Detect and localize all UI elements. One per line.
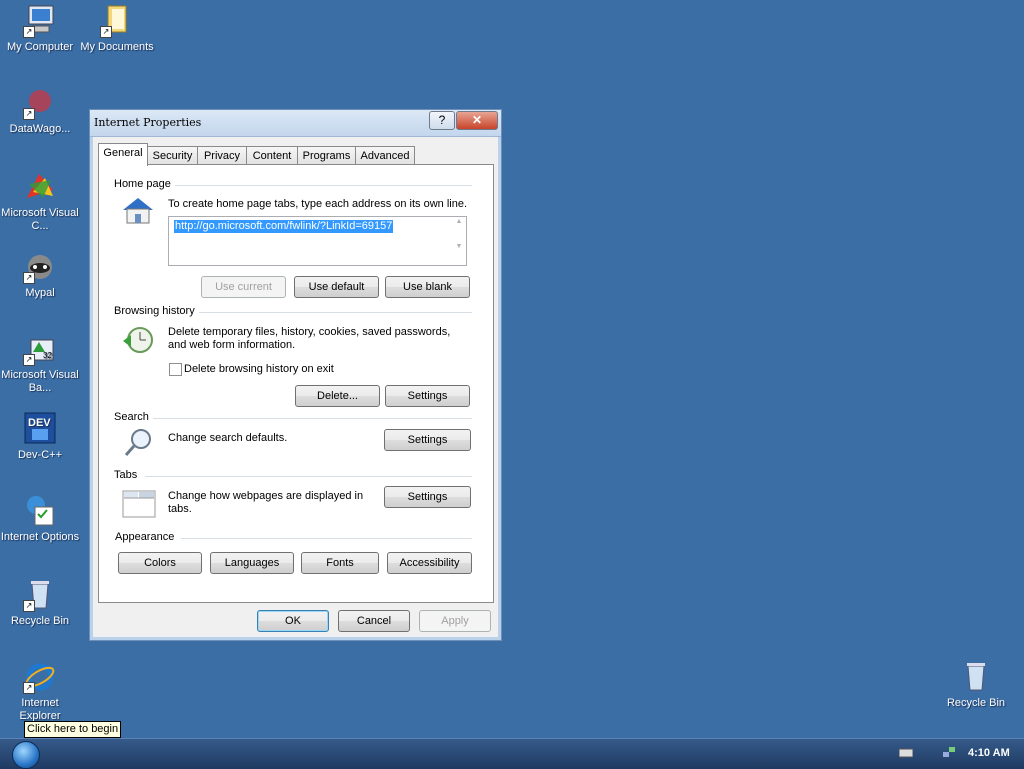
browsing-history-section-label: Browsing history [114,305,195,317]
desktop-icon-label: Recycle Bin [10,615,70,627]
desktop-icon-visual-c[interactable]: Microsoft Visual C... [0,170,80,233]
internet-explorer-icon: ↗ [23,660,57,694]
taskbar [0,738,1024,769]
cancel-button[interactable]: Cancel [338,610,410,632]
desktop-icon-internet-explorer[interactable]: ↗ Internet Explorer [0,660,80,723]
tab-security[interactable]: Security [147,146,198,165]
svg-text:DEV: DEV [28,417,51,429]
magnifier-icon [123,427,155,462]
visual-cpp-icon [23,170,57,204]
home-page-instruction: To create home page tabs, type each addr… [168,198,468,210]
search-section-label: Search [114,411,149,423]
desktop-icon-datawagon[interactable]: ↗ DataWago... [0,86,80,136]
desktop-icon-visual-basic[interactable]: 32 ↗ Microsoft Visual Ba... [0,332,80,395]
tab-advanced[interactable]: Advanced [355,146,415,165]
appearance-section-label: Appearance [115,531,175,543]
desktop-icon-my-documents[interactable]: ↗ My Documents [77,4,157,54]
desktop-icon-label: Internet Options [0,531,80,543]
svg-text:32: 32 [43,351,52,360]
internet-options-icon [23,494,57,528]
desktop-icon-internet-options[interactable]: Internet Options [0,494,80,544]
tab-programs[interactable]: Programs [297,146,356,165]
my-computer-icon: ↗ [23,4,57,38]
delete-history-on-exit-checkbox[interactable] [169,363,182,376]
apply-button[interactable]: Apply [419,610,491,632]
scroll-down-icon[interactable]: ▼ [453,243,465,250]
use-blank-button[interactable]: Use blank [385,276,470,298]
tab-general[interactable]: General [98,143,148,166]
tabs-window-icon [122,487,156,522]
keyboard-icon[interactable] [898,746,914,758]
search-settings-button[interactable]: Settings [384,429,471,451]
section-divider [153,418,472,419]
scroll-up-icon[interactable]: ▲ [453,218,465,225]
home-page-textbox[interactable]: http://go.microsoft.com/fwlink/?LinkId=6… [168,216,467,266]
fonts-button[interactable]: Fonts [301,552,379,574]
home-icon [121,196,155,229]
desktop-icon-label: Dev-C++ [17,449,63,461]
desktop-icon-label: My Computer [6,41,74,53]
visual-basic-icon: 32 ↗ [23,332,57,366]
desktop-icon-recycle-bin-right[interactable]: Recycle Bin [936,660,1016,710]
dev-cpp-icon: DEV [23,412,57,446]
home-page-url[interactable]: http://go.microsoft.com/fwlink/?LinkId=6… [174,220,394,233]
desktop-icon-label: DataWago... [9,123,71,135]
internet-properties-dialog: Internet Properties ? ✕ General Security… [89,109,502,641]
clock[interactable]: 4:10 AM [968,747,1010,759]
section-divider [181,538,472,539]
tab-content[interactable]: Content [246,146,298,165]
ok-button[interactable]: OK [257,610,329,632]
browsing-history-description: Delete temporary files, history, cookies… [168,326,451,351]
history-settings-button[interactable]: Settings [385,385,470,407]
dialog-title: Internet Properties [94,116,202,129]
delete-history-on-exit-label[interactable]: Delete browsing history on exit [184,363,334,376]
recycle-bin-icon [959,660,993,694]
recycle-bin-icon: ↗ [23,578,57,612]
help-button[interactable]: ? [429,111,455,130]
use-current-button[interactable]: Use current [201,276,286,298]
languages-button[interactable]: Languages [210,552,294,574]
desktop-icon-mypal[interactable]: ↗ Mypal [0,250,80,300]
section-divider [199,312,472,313]
history-clock-icon [121,325,155,360]
general-tab-panel: Home page To create home page tabs, type… [98,164,494,603]
mypal-raccoon-icon: ↗ [23,250,57,284]
section-divider [175,185,472,186]
use-default-button[interactable]: Use default [294,276,379,298]
desktop-icon-label: Recycle Bin [946,697,1006,709]
home-page-section-label: Home page [114,178,171,190]
section-divider [145,476,472,477]
tabs-settings-button[interactable]: Settings [384,486,471,508]
tab-privacy[interactable]: Privacy [197,146,247,165]
textbox-scrollbar[interactable]: ▲ ▼ [453,218,465,264]
start-tooltip: Click here to begin [24,721,122,738]
close-button[interactable]: ✕ [456,111,498,130]
desktop-icon-dev-cpp[interactable]: DEV Dev-C++ [0,412,80,462]
desktop-icon-recycle-bin[interactable]: ↗ Recycle Bin [0,578,80,628]
desktop-icon-label: Microsoft Visual C... [1,207,79,232]
accessibility-button[interactable]: Accessibility [387,552,472,574]
desktop-icon-label: Internet Explorer [19,697,61,722]
tabs-description: Change how webpages are displayed in tab… [168,490,364,515]
desktop-icon-label: Mypal [25,287,55,299]
desktop-icon-my-computer[interactable]: ↗ My Computer [0,4,80,54]
delete-button[interactable]: Delete... [295,385,380,407]
dialog-titlebar[interactable]: Internet Properties ? ✕ [90,110,501,137]
search-description: Change search defaults. [168,432,288,444]
desktop-icon-label: Microsoft Visual Ba... [1,369,79,394]
desktop-icon-label: My Documents [80,41,154,53]
network-icon[interactable] [942,746,956,758]
folder-icon: ↗ [100,4,134,38]
colors-button[interactable]: Colors [118,552,202,574]
start-button[interactable] [12,741,40,769]
datawagon-icon: ↗ [23,86,57,120]
tabs-section-label: Tabs [114,469,138,481]
